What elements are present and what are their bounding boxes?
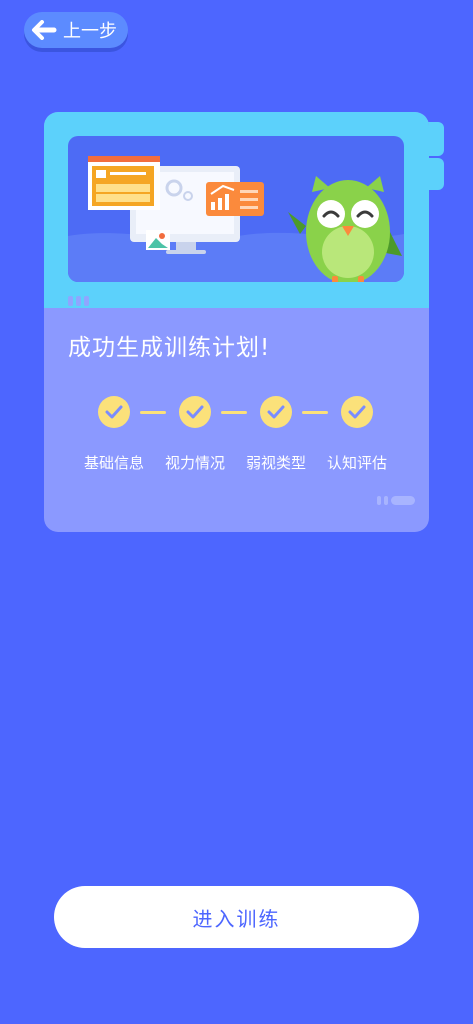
card-side-tab (428, 122, 444, 156)
enter-training-button[interactable]: 进入训练 (54, 886, 419, 948)
check-icon (105, 405, 123, 419)
arrow-left-icon (31, 20, 57, 40)
check-icon (348, 405, 366, 419)
training-illustration (68, 156, 404, 282)
step-connector (140, 411, 166, 414)
check-icon (267, 405, 285, 419)
step-label-amblyopia-type: 弱视类型 (245, 454, 306, 472)
decorative-dots (377, 496, 415, 505)
back-button-label: 上一步 (63, 21, 117, 42)
step-2-check (179, 396, 211, 428)
step-connector (221, 411, 247, 414)
back-button[interactable]: 上一步 (24, 12, 128, 48)
step-connector (302, 411, 328, 414)
step-label-basic-info: 基础信息 (83, 454, 144, 472)
illustration-screen (68, 136, 404, 282)
card-title: 成功生成训练计划! (68, 335, 271, 361)
step-label-vision: 视力情况 (164, 454, 225, 472)
step-label-cognitive: 认知评估 (326, 454, 387, 472)
check-icon (186, 405, 204, 419)
step-1-check (98, 396, 130, 428)
decorative-dots (68, 296, 89, 306)
card-side-tab (428, 158, 444, 190)
plan-card: 成功生成训练计划! 基础信息 视力情况 弱视类型 认知评估 (44, 112, 429, 532)
card-header-panel (44, 112, 429, 308)
progress-steps (98, 396, 378, 430)
step-3-check (260, 396, 292, 428)
step-4-check (341, 396, 373, 428)
